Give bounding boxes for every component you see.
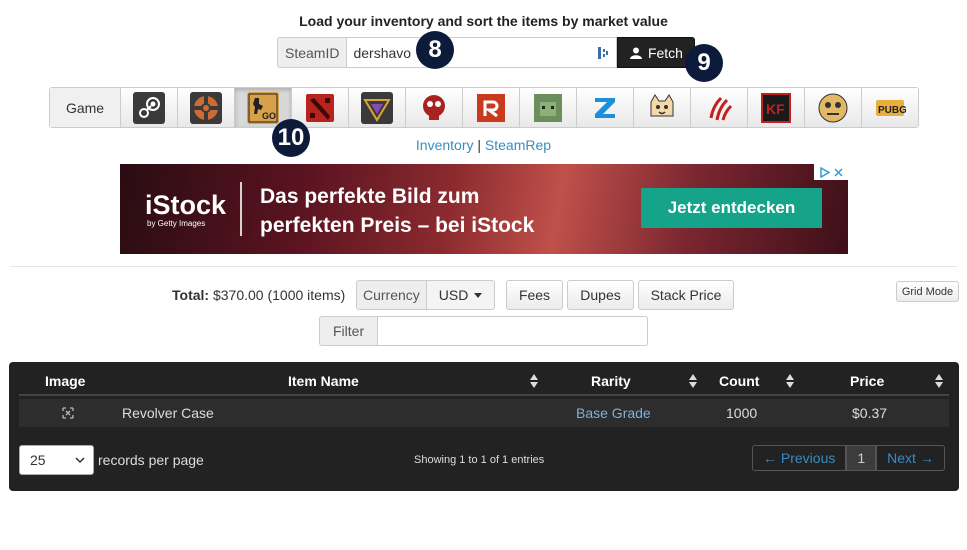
showing-entries: Showing 1 to 1 of 1 entries [414,454,545,466]
header-count[interactable]: Count [719,373,759,389]
step-badge-8: 8 [416,31,454,69]
step-badge-9: 9 [685,44,723,82]
inventory-table-panel: Image Item Name Rarity Count Price Revol… [9,362,959,491]
fetch-label: Fetch [647,44,683,61]
user-icon [629,47,642,59]
chevron-down-icon [75,457,85,463]
inventory-link[interactable]: Inventory [416,137,474,153]
game-label: Game [50,88,121,127]
steamid-input[interactable]: dershavo [347,37,618,68]
steamid-bar: SteamID dershavo Fetch [277,37,696,68]
game-steam[interactable] [121,88,178,127]
ad-logo-sub: by Getty Images [147,219,206,228]
game-pink-cat[interactable] [634,88,691,127]
item-rarity: Base Grade [576,405,651,421]
currency-selector: Currency USD [356,280,496,310]
fetch-button[interactable]: Fetch [617,37,696,68]
item-count: 1000 [726,405,758,421]
claw-icon [709,96,733,120]
total-label: Total: [172,287,210,303]
game-h1z1[interactable] [805,88,862,127]
table-row[interactable]: Revolver Case Base Grade 1000 $0.37 [19,399,949,427]
next-page-button[interactable]: Next → [876,445,945,471]
page-heading: Load your inventory and sort the items b… [299,13,668,29]
currency-value: USD [438,287,469,303]
ad-separator [240,182,242,236]
game-claw[interactable] [691,88,748,127]
broken-image-icon [62,407,74,419]
sort-icon[interactable] [934,373,944,389]
svg-text:KF: KF [766,101,785,117]
artifact-icon [361,91,393,124]
ad-headline: Das perfekte Bild zum perfekten Preis – … [260,182,534,240]
header-item-name[interactable]: Item Name [288,373,359,389]
csgo-icon: GO [247,91,279,124]
game-rust[interactable] [463,88,520,127]
ad-logo: iStock [145,190,227,220]
profile-links: Inventory | SteamRep [0,137,967,153]
ad-line-2: perfekten Preis – bei iStock [260,214,535,237]
steamrep-link[interactable]: SteamRep [485,137,551,153]
ad-choices[interactable] [814,164,848,180]
sort-icon[interactable] [529,373,539,389]
rust-icon [477,93,505,122]
tf2-icon [190,91,222,124]
currency-dropdown[interactable]: USD [426,280,496,310]
ad-banner[interactable]: iStock by Getty Images Das perfekte Bild… [120,164,848,254]
total-value: $370.00 (1000 items) [212,287,346,303]
currency-label: Currency [356,280,427,310]
pagination: ← Previous 1 Next → [752,445,945,471]
game-z[interactable] [577,88,634,127]
filter-group: Filter [319,316,649,346]
records-per-page-label: records per page [98,452,204,468]
divider [10,266,957,267]
steam-icon [133,91,165,124]
dupes-button[interactable]: Dupes [567,280,634,310]
game-killing-floor-2[interactable]: KF [748,88,805,127]
game-tf2[interactable] [178,88,235,127]
filter-input[interactable] [378,316,649,346]
svg-text:GO: GO [262,111,276,121]
per-page-value: 25 [30,452,46,468]
header-price[interactable]: Price [850,373,884,389]
caret-down-icon [474,292,483,298]
pink-cat-icon [650,93,674,116]
game-artifact[interactable] [349,88,406,127]
item-price: $0.37 [852,405,888,421]
unturned-icon [534,93,562,122]
table-header: Image Item Name Rarity Count Price [19,368,949,396]
pubg-icon: PUBG [876,99,906,116]
total-summary: Total: $370.00 (1000 items) [172,287,345,303]
grid-mode-button[interactable]: Grid Mode [896,281,959,302]
close-icon[interactable] [833,167,843,177]
game-killing-floor[interactable] [406,88,463,127]
sort-icon[interactable] [688,373,698,389]
ad-line-1: Das perfekte Bild zum [260,185,480,208]
page-1-button[interactable]: 1 [846,445,877,471]
game-unturned[interactable] [520,88,577,127]
adchoices-icon [819,166,830,178]
steamid-addon: SteamID [277,37,348,68]
header-rarity[interactable]: Rarity [591,373,631,389]
dota2-icon [306,93,334,122]
filter-label: Filter [319,316,379,346]
previous-page-button[interactable]: ← Previous [752,445,847,471]
steamid-value: dershavo [353,44,412,61]
links-separator: | [477,137,482,153]
z-icon [595,97,615,118]
sort-icon[interactable] [785,373,795,389]
header-image[interactable]: Image [45,373,85,389]
records-per-page-select[interactable]: 25 [19,445,94,475]
ad-cta-button[interactable]: Jetzt entdecken [641,188,822,228]
stack-price-button[interactable]: Stack Price [638,280,734,310]
h1z1-icon [818,93,848,122]
fees-button[interactable]: Fees [506,280,563,310]
password-manager-icon[interactable] [598,45,609,61]
game-pubg[interactable]: PUBG [862,88,918,127]
item-name: Revolver Case [122,405,214,421]
killing-floor-icon [423,94,445,120]
svg-text:PUBG: PUBG [878,105,906,116]
killing-floor-2-icon: KF [761,92,791,123]
game-selector: Game GO KF PUBG [49,87,919,128]
